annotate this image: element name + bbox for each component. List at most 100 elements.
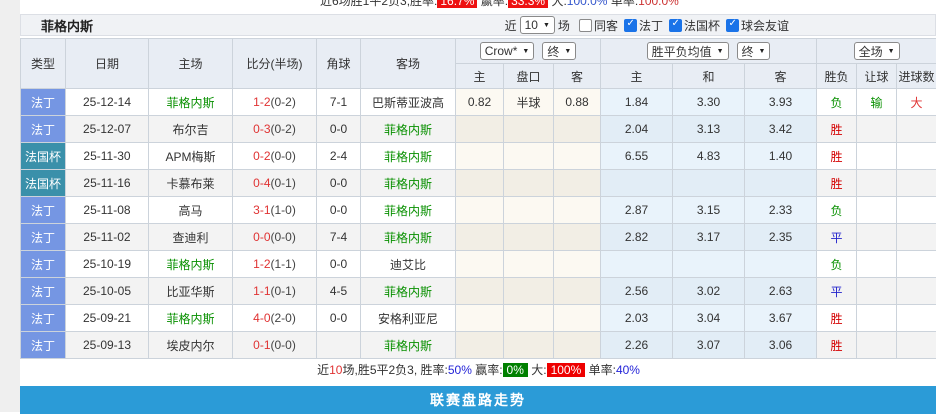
header-crow-home: 主 xyxy=(456,64,504,89)
odds-stage-value: 终 xyxy=(547,43,559,60)
filter-checkbox-2[interactable] xyxy=(669,19,682,32)
filter-controls: 近 10 ▼ 场 同客法丁法国杯球会友谊 xyxy=(505,16,789,34)
header-goals: 进球数 xyxy=(897,64,936,89)
odds-stage-select[interactable]: 终 ▼ xyxy=(542,42,576,60)
chevron-down-icon: ▼ xyxy=(888,48,895,55)
crow-handicap-cell xyxy=(504,332,554,359)
filter-checkbox-label: 球会友谊 xyxy=(741,19,789,33)
odds-source-select[interactable]: Crow* ▼ xyxy=(480,42,535,60)
stats-fragment: 近6场胜1平2负3,胜率: xyxy=(320,0,437,8)
filter-checkbox-3[interactable] xyxy=(726,19,739,32)
match-history-table: 类型 日期 主场 比分(半场) 角球 客场 Crow* ▼ 终 xyxy=(20,38,936,381)
avg-away-odds-cell: 1.40 xyxy=(745,143,817,170)
match-row: 法丁25-10-05比亚华斯1-1(0-1)4-5菲格内斯2.563.022.6… xyxy=(21,278,936,305)
score-cell: 0-1(0-0) xyxy=(233,332,317,359)
home-team-cell: 比亚华斯 xyxy=(149,278,233,305)
chevron-down-icon: ▼ xyxy=(717,48,724,55)
avg-source-select[interactable]: 胜平负均值 ▼ xyxy=(647,42,729,60)
stats-fragment: 单率: xyxy=(607,0,638,8)
avg-home-odds-cell: 6.55 xyxy=(601,143,673,170)
crow-home-odds-cell xyxy=(456,116,504,143)
filter-checkbox-1[interactable] xyxy=(624,19,637,32)
filter-checkbox-label: 法丁 xyxy=(639,19,663,33)
score-cell: 0-3(0-2) xyxy=(233,116,317,143)
away-team-cell: 菲格内斯 xyxy=(361,143,456,170)
full-time-score: 0-0 xyxy=(253,230,270,244)
match-date-cell: 25-10-05 xyxy=(66,278,149,305)
crow-home-odds-cell xyxy=(456,197,504,224)
result-cell: 胜 xyxy=(817,170,857,197)
chevron-down-icon: ▼ xyxy=(759,48,766,55)
goals-cell xyxy=(897,170,936,197)
avg-away-odds-cell: 3.67 xyxy=(745,305,817,332)
summary-fragment: 近 xyxy=(317,363,329,377)
corner-cell xyxy=(317,332,361,359)
avg-draw-odds-cell: 3.07 xyxy=(673,332,745,359)
match-date-cell: 25-12-14 xyxy=(66,89,149,116)
goals-cell: 大 xyxy=(897,89,936,116)
section-footer-bar: 联赛盘路走势 xyxy=(20,386,936,414)
header-crow-away: 客 xyxy=(554,64,601,89)
goals-cell xyxy=(897,143,936,170)
corner-cell: 0-0 xyxy=(317,197,361,224)
score-cell: 0-2(0-0) xyxy=(233,143,317,170)
result-cell: 负 xyxy=(817,197,857,224)
full-time-score: 1-1 xyxy=(253,284,270,298)
score-cell: 1-1(0-1) xyxy=(233,278,317,305)
match-row: 法丁25-10-19菲格内斯1-2(1-1)0-0迪艾比负 xyxy=(21,251,936,278)
crow-handicap-cell xyxy=(504,278,554,305)
header-row-selects: 类型 日期 主场 比分(半场) 角球 客场 Crow* ▼ 终 xyxy=(21,39,936,64)
match-date-cell: 25-09-13 xyxy=(66,332,149,359)
header-handicap-result: 让球 xyxy=(857,64,897,89)
avg-home-odds-cell xyxy=(601,170,673,197)
handicap-result-cell xyxy=(857,332,897,359)
avg-away-odds-cell xyxy=(745,170,817,197)
goals-cell xyxy=(897,278,936,305)
half-time-score: (0-0) xyxy=(271,338,296,352)
header-type: 类型 xyxy=(21,39,66,89)
avg-home-odds-cell: 2.82 xyxy=(601,224,673,251)
scope-value: 全场 xyxy=(859,43,883,60)
summary-row: 近10场,胜5平2负3, 胜率:50% 赢率:0% 大:100% 单率:40% xyxy=(21,359,936,381)
stats-fragment: 33.3% xyxy=(508,0,548,8)
corner-cell: 4-5 xyxy=(317,278,361,305)
goals-cell xyxy=(897,305,936,332)
home-team-cell: 布尔吉 xyxy=(149,116,233,143)
avg-draw-odds-cell xyxy=(673,170,745,197)
summary-fragment: 赢率: xyxy=(472,363,503,377)
crow-home-odds-cell xyxy=(456,251,504,278)
match-history-panel: 近6场胜1平2负3,胜率:16.7% 赢率:33.3% 大:100.0% 单率:… xyxy=(0,0,936,412)
header-avg-draw: 和 xyxy=(673,64,745,89)
result-cell: 平 xyxy=(817,278,857,305)
avg-away-odds-cell: 3.06 xyxy=(745,332,817,359)
header-avg-away: 客 xyxy=(745,64,817,89)
crow-handicap-cell xyxy=(504,143,554,170)
away-team-cell: 菲格内斯 xyxy=(361,224,456,251)
score-cell: 3-1(1-0) xyxy=(233,197,317,224)
avg-stage-select[interactable]: 终 ▼ xyxy=(737,42,771,60)
avg-draw-odds-cell: 3.17 xyxy=(673,224,745,251)
avg-source-value: 胜平负均值 xyxy=(652,43,712,60)
recent-count-value: 10 xyxy=(525,18,538,32)
match-type-cell: 法丁 xyxy=(21,278,66,305)
match-type-cell: 法丁 xyxy=(21,197,66,224)
crow-handicap-cell: 半球 xyxy=(504,89,554,116)
match-row: 法丁25-09-13埃皮内尔0-1(0-0)菲格内斯2.263.073.06胜 xyxy=(21,332,936,359)
match-date-cell: 25-09-21 xyxy=(66,305,149,332)
full-time-score: 4-0 xyxy=(253,311,270,325)
summary-fragment: 40% xyxy=(616,363,640,377)
recent-label: 近 xyxy=(505,17,517,34)
header-scope-group: 全场 ▼ xyxy=(817,39,936,64)
handicap-result-cell xyxy=(857,143,897,170)
corner-cell: 0-0 xyxy=(317,170,361,197)
filter-checkbox-0[interactable] xyxy=(579,19,592,32)
full-time-score: 0-1 xyxy=(253,338,270,352)
goals-cell xyxy=(897,197,936,224)
half-time-score: (2-0) xyxy=(271,311,296,325)
summary-fragment: 场,胜5平2负3, 胜率: xyxy=(342,363,447,377)
recent-count-select[interactable]: 10 ▼ xyxy=(520,16,555,34)
scope-select[interactable]: 全场 ▼ xyxy=(854,42,900,60)
crow-home-odds-cell xyxy=(456,332,504,359)
stats-fragment: 100.0% xyxy=(638,0,679,8)
stats-fragment: 100.0% xyxy=(567,0,608,8)
